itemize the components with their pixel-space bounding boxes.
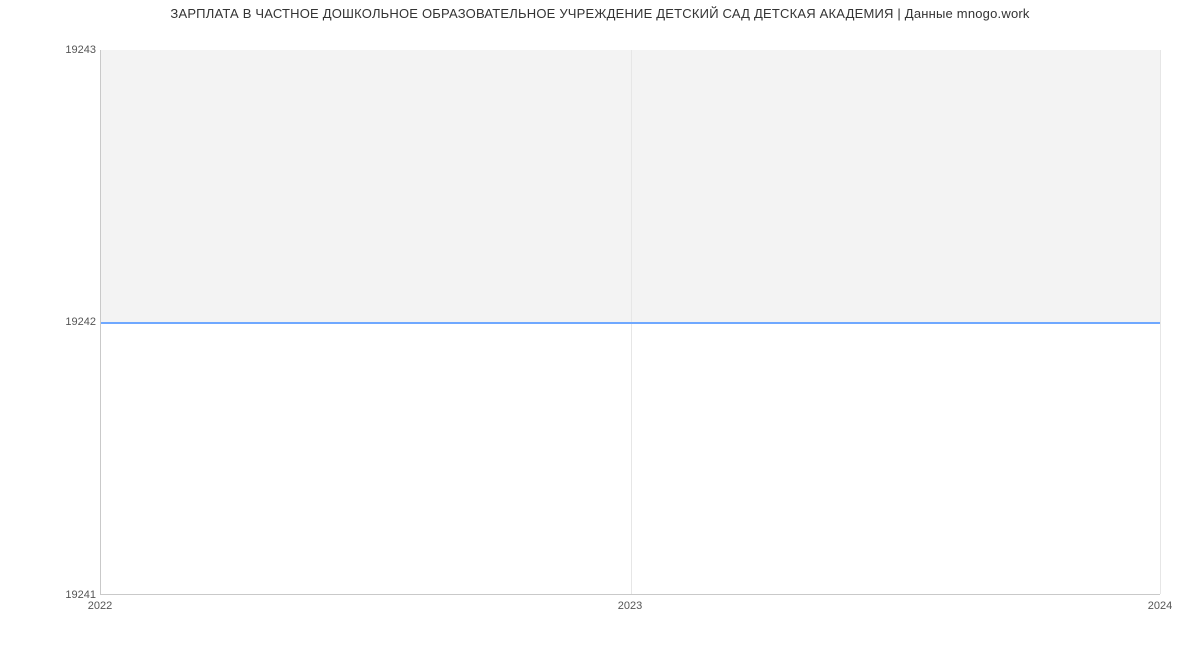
salary-line-chart: ЗАРПЛАТА В ЧАСТНОЕ ДОШКОЛЬНОЕ ОБРАЗОВАТЕ… xyxy=(0,0,1200,650)
x-tick-label: 2023 xyxy=(618,600,642,612)
y-tick-label: 19243 xyxy=(46,44,96,56)
plot-area xyxy=(100,50,1160,595)
x-tick-label: 2024 xyxy=(1148,600,1172,612)
series-line-salary xyxy=(101,322,1160,324)
x-tick-label: 2022 xyxy=(88,600,112,612)
y-tick-label: 19242 xyxy=(46,316,96,328)
gridline-v xyxy=(1160,50,1161,594)
chart-title: ЗАРПЛАТА В ЧАСТНОЕ ДОШКОЛЬНОЕ ОБРАЗОВАТЕ… xyxy=(0,6,1200,21)
